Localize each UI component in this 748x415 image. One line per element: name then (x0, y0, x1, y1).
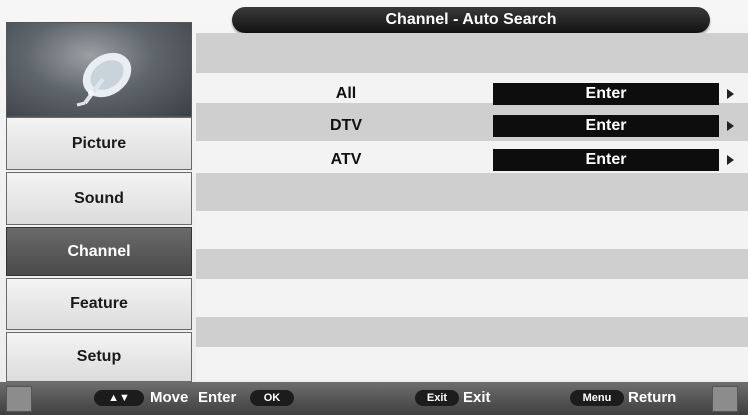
row-band (196, 33, 748, 73)
sidebar-item-label: Feature (70, 295, 128, 312)
all-enter-button[interactable]: Enter (493, 83, 719, 105)
sidebar: Picture Sound Channel Feature Setup (6, 22, 192, 382)
page-title: Channel - Auto Search (232, 7, 710, 33)
ok-key-icon: OK (250, 390, 294, 406)
tv-menu-screen: Channel - Auto Search Picture Sound Chan… (0, 0, 748, 415)
sidebar-item-channel[interactable]: Channel (6, 227, 192, 276)
exit-key-icon: Exit (415, 390, 459, 406)
row-band (196, 317, 748, 347)
satellite-dish-icon-graphic (76, 52, 132, 107)
footer-corner (712, 386, 738, 412)
sidebar-item-label: Setup (76, 348, 122, 365)
nav-arrows-key-icon: ▲▼ (94, 390, 144, 406)
sidebar-item-label: Sound (74, 190, 124, 207)
atv-enter-button[interactable]: Enter (493, 149, 719, 171)
key-hint-bar: ▲▼ Move Enter OK Exit Exit Menu Return (0, 382, 748, 415)
sidebar-item-sound[interactable]: Sound (6, 172, 192, 225)
auto-search-panel: All Enter DTV Enter ATV Enter (196, 33, 748, 380)
list-item-dtv[interactable]: DTV Enter (196, 113, 748, 139)
dtv-enter-button[interactable]: Enter (493, 115, 719, 137)
exit-hint: Exit (463, 389, 491, 406)
row-band (196, 173, 748, 211)
row-band (196, 211, 748, 249)
return-hint: Return (628, 389, 677, 406)
sidebar-item-setup[interactable]: Setup (6, 332, 192, 382)
sidebar-item-label: Picture (71, 135, 127, 152)
row-label: ATV (330, 151, 362, 168)
arrow-right-icon[interactable] (727, 121, 734, 131)
arrow-right-icon[interactable] (727, 155, 734, 165)
row-label: DTV (330, 117, 362, 134)
move-hint: Move (150, 389, 189, 406)
row-band (196, 347, 748, 380)
row-band (196, 249, 748, 279)
sidebar-item-picture[interactable]: Picture (6, 117, 192, 170)
menu-key-icon: Menu (570, 390, 624, 406)
row-band (196, 279, 748, 317)
arrow-right-icon[interactable] (727, 89, 734, 99)
enter-hint: Enter (198, 389, 237, 406)
list-item-atv[interactable]: ATV Enter (196, 147, 748, 173)
satellite-dish-icon (6, 22, 192, 117)
list-item-all[interactable]: All Enter (196, 81, 748, 107)
sidebar-item-feature[interactable]: Feature (6, 278, 192, 330)
sidebar-item-label: Channel (67, 243, 131, 260)
row-label: All (335, 85, 357, 102)
footer-corner (6, 386, 32, 412)
